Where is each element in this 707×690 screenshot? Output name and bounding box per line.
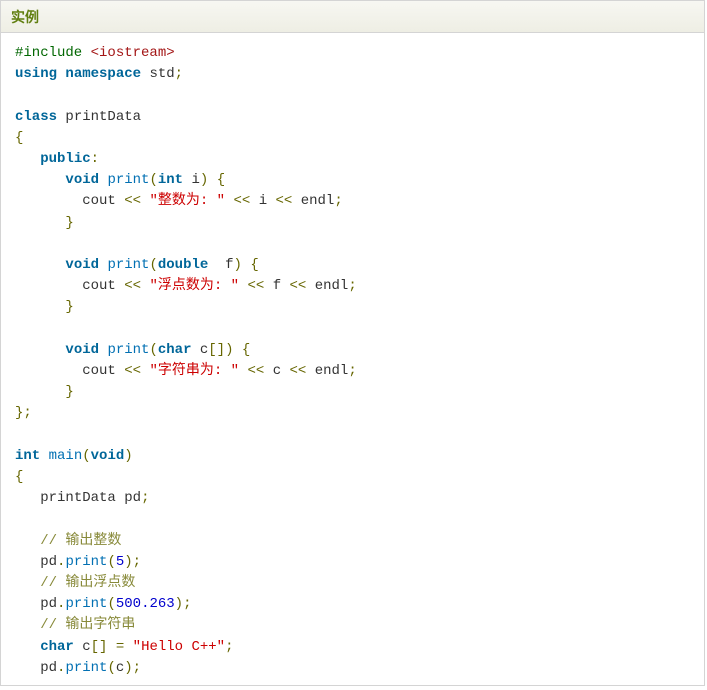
code-token: ( [107, 596, 115, 612]
code-token: int [15, 448, 40, 464]
code-token: cout [82, 363, 116, 379]
code-token: } [65, 299, 73, 315]
code-token: } [65, 215, 73, 231]
code-token: [] [91, 639, 108, 655]
code-token: : [91, 151, 99, 167]
code-token: ) [124, 448, 132, 464]
code-token: cout [82, 193, 116, 209]
code-token: ; [175, 66, 183, 82]
code-token: i [259, 193, 267, 209]
code-token: void [65, 257, 99, 273]
code-token: c [116, 660, 124, 676]
code-token: << [276, 193, 293, 209]
code-token: ) [175, 596, 183, 612]
code-token: { [15, 469, 23, 485]
code-token: int [158, 172, 183, 188]
code-token: void [91, 448, 125, 464]
code-token: endl [315, 278, 349, 294]
code-token: print [65, 596, 107, 612]
code-token: ( [149, 172, 157, 188]
code-token: << [247, 363, 264, 379]
code-token: endl [301, 193, 335, 209]
code-token: double [158, 257, 208, 273]
code-token: print [107, 257, 149, 273]
example-header: 实例 [1, 0, 704, 33]
code-token: ; [141, 490, 149, 506]
code-token: c [273, 363, 281, 379]
code-token: pd [124, 490, 141, 506]
code-token: 5 [116, 554, 124, 570]
code-token: <iostream> [91, 45, 175, 61]
code-token: pd [40, 596, 57, 612]
code-token: ; [348, 278, 356, 294]
code-token: << [124, 278, 141, 294]
code-token: cout [82, 278, 116, 294]
code-token: "浮点数为: " [149, 278, 239, 294]
code-token: << [290, 278, 307, 294]
code-token: ) [200, 172, 208, 188]
code-token: << [290, 363, 307, 379]
code-token: { [15, 130, 23, 146]
code-token: ; [133, 554, 141, 570]
code-token: << [124, 363, 141, 379]
code-token: "Hello C++" [133, 639, 225, 655]
code-token: void [65, 172, 99, 188]
code-comment: // 输出整数 [40, 533, 121, 549]
code-token: ( [82, 448, 90, 464]
code-token: pd [40, 554, 57, 570]
code-token: main [49, 448, 83, 464]
code-token: } [65, 384, 73, 400]
code-token: { [242, 342, 250, 358]
code-token: print [65, 660, 107, 676]
code-token: endl [315, 363, 349, 379]
code-token: printData [65, 109, 141, 125]
code-token: std [149, 66, 174, 82]
code-token: class [15, 109, 57, 125]
code-token: << [124, 193, 141, 209]
code-token: print [65, 554, 107, 570]
example-title: 实例 [11, 9, 39, 25]
code-token: ; [225, 639, 233, 655]
code-token: char [158, 342, 192, 358]
code-token: ; [334, 193, 342, 209]
code-token: ) [124, 554, 132, 570]
code-token: using [15, 66, 57, 82]
code-token: f [273, 278, 281, 294]
code-token: }; [15, 405, 32, 421]
code-token: c [82, 639, 90, 655]
code-token: f [225, 257, 233, 273]
code-token: ( [107, 554, 115, 570]
code-token: 500.263 [116, 596, 175, 612]
code-token: pd [40, 660, 57, 676]
example-box: 实例 #include <iostream> using namespace s… [0, 0, 705, 686]
code-token: ; [183, 596, 191, 612]
code-token: "整数为: " [149, 193, 225, 209]
code-token: print [107, 342, 149, 358]
code-token: print [107, 172, 149, 188]
code-token: "字符串为: " [149, 363, 239, 379]
code-token: []) [208, 342, 233, 358]
code-comment: // 输出字符串 [40, 617, 135, 633]
code-token: << [247, 278, 264, 294]
code-token: namespace [65, 66, 141, 82]
code-token: << [233, 193, 250, 209]
code-token: void [65, 342, 99, 358]
code-token: ( [107, 660, 115, 676]
code-token: char [40, 639, 74, 655]
code-token: ) [124, 660, 132, 676]
code-token: i [191, 172, 199, 188]
code-token: #include [15, 45, 82, 61]
code-token: ; [348, 363, 356, 379]
code-token: public [40, 151, 90, 167]
code-token: { [250, 257, 258, 273]
code-token: { [217, 172, 225, 188]
code-token: ( [149, 342, 157, 358]
code-token: ( [149, 257, 157, 273]
code-token: ; [133, 660, 141, 676]
code-token: ) [234, 257, 242, 273]
code-token: = [116, 639, 124, 655]
code-token: printData [40, 490, 116, 506]
code-block: #include <iostream> using namespace std;… [1, 33, 704, 685]
code-comment: // 输出浮点数 [40, 575, 135, 591]
